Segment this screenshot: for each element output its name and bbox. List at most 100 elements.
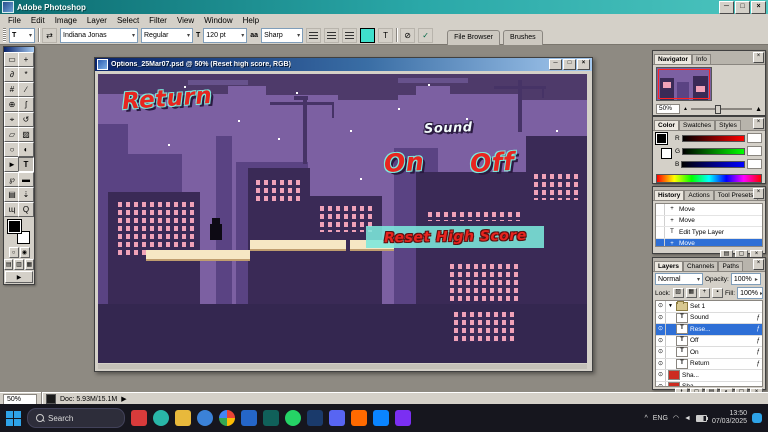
- opacity-field[interactable]: 100% ▸: [730, 273, 761, 285]
- green-value-field[interactable]: [747, 146, 762, 156]
- minimize-button[interactable]: ─: [719, 0, 734, 14]
- navigator-thumbnail[interactable]: [656, 67, 712, 101]
- history-source-checkbox[interactable]: [656, 238, 665, 246]
- standard-mode-button[interactable]: ○: [8, 247, 19, 258]
- status-preview-thumb[interactable]: [46, 394, 56, 404]
- font-size-select[interactable]: 120 pt ▾: [203, 27, 248, 43]
- text-layer-thumbnail[interactable]: T: [676, 347, 688, 358]
- panel-close-icon[interactable]: ×: [753, 52, 764, 63]
- blue-value-field[interactable]: [747, 159, 762, 169]
- tab-styles[interactable]: Styles: [715, 120, 741, 130]
- menu-help[interactable]: Help: [238, 16, 264, 25]
- speaker-icon[interactable]: ◄: [684, 415, 691, 422]
- options-bar-grip[interactable]: [3, 28, 6, 42]
- tool-type[interactable]: T: [18, 157, 34, 172]
- color-fg-bg-swatches[interactable]: [656, 133, 672, 159]
- tab-color[interactable]: Color: [654, 120, 679, 130]
- layer-row-set1[interactable]: ⊙ ▼ Set 1: [656, 301, 762, 313]
- tray-chevron-icon[interactable]: ^: [644, 415, 647, 422]
- expand-group-icon[interactable]: ▼: [668, 303, 674, 309]
- zoom-slider-knob[interactable]: [715, 105, 722, 114]
- screen-mode-standard-button[interactable]: ▤: [4, 259, 14, 270]
- history-step[interactable]: + Move: [656, 204, 762, 216]
- tab-tool-presets[interactable]: Tool Presets: [713, 190, 758, 200]
- language-indicator[interactable]: ENG: [653, 415, 668, 422]
- taskbar-clock[interactable]: 13:50 07/03/2025: [712, 410, 747, 427]
- tab-channels[interactable]: Channels: [682, 261, 719, 271]
- menu-window[interactable]: Window: [199, 16, 237, 25]
- screen-mode-full-menu-button[interactable]: ▥: [14, 259, 24, 270]
- visibility-eye-icon[interactable]: ⊙: [656, 347, 666, 358]
- doc-maximize-button[interactable]: □: [563, 59, 576, 70]
- menu-layer[interactable]: Layer: [82, 16, 112, 25]
- return-button[interactable]: Return: [121, 83, 213, 115]
- red-slider[interactable]: [681, 134, 745, 142]
- layer-effects-icon[interactable]: ƒ: [757, 349, 760, 355]
- layer-row-on[interactable]: ⊙ T On ƒ: [656, 347, 762, 359]
- layer-effects-icon[interactable]: ƒ: [757, 326, 760, 332]
- text-layer-thumbnail[interactable]: T: [676, 312, 688, 323]
- file-browser-tab[interactable]: File Browser: [447, 29, 500, 45]
- tool-move[interactable]: +: [18, 52, 34, 67]
- menu-image[interactable]: Image: [50, 16, 82, 25]
- sound-off-button[interactable]: Off: [469, 147, 515, 178]
- jump-to-imageready-button[interactable]: ▶: [5, 271, 33, 283]
- navigator-viewbox[interactable]: [658, 69, 710, 99]
- anti-alias-select[interactable]: Sharp ▾: [261, 27, 304, 43]
- start-button[interactable]: [6, 410, 21, 426]
- red-value-field[interactable]: [747, 133, 762, 143]
- wifi-icon[interactable]: ◠: [673, 414, 679, 422]
- tab-actions[interactable]: Actions: [684, 190, 714, 200]
- document-scrollbar[interactable]: [98, 364, 587, 369]
- photoshop-titlebar[interactable]: Adobe Photoshop ─ □ ×: [0, 0, 768, 14]
- taskbar-app-icon[interactable]: [219, 410, 235, 426]
- align-center-button[interactable]: [324, 27, 340, 43]
- menu-filter[interactable]: Filter: [144, 16, 172, 25]
- tool-history-brush[interactable]: ↺: [18, 112, 34, 127]
- foreground-color-swatch[interactable]: [8, 220, 21, 233]
- tab-history[interactable]: History: [654, 190, 685, 200]
- lock-transparency-icon[interactable]: ▨: [672, 288, 684, 298]
- background-color-swatch[interactable]: [661, 148, 672, 159]
- notification-icon[interactable]: [752, 413, 762, 423]
- foreground-background-colors[interactable]: [6, 219, 32, 245]
- text-layer-thumbnail[interactable]: T: [676, 324, 688, 335]
- history-source-checkbox[interactable]: [656, 215, 665, 226]
- visibility-eye-icon[interactable]: ⊙: [656, 370, 666, 381]
- taskbar-app-icon[interactable]: [351, 410, 367, 426]
- tab-layers[interactable]: Layers: [654, 261, 683, 271]
- history-source-checkbox[interactable]: [656, 204, 665, 215]
- visibility-eye-icon[interactable]: ⊙: [656, 335, 666, 346]
- tab-swatches[interactable]: Swatches: [678, 120, 716, 130]
- zoom-out-icon[interactable]: ▲: [683, 106, 688, 112]
- history-step[interactable]: + Move: [656, 215, 762, 227]
- document-canvas[interactable]: Return Sound On Off Reset High Score: [98, 74, 587, 363]
- doc-close-button[interactable]: ×: [577, 59, 590, 70]
- menu-edit[interactable]: Edit: [26, 16, 50, 25]
- document-titlebar[interactable]: Options_25Mar07.psd @ 50% (Reset high sc…: [95, 58, 592, 71]
- tab-navigator[interactable]: Navigator: [654, 54, 692, 64]
- history-step-current[interactable]: + Move: [656, 238, 762, 246]
- fill-layer-thumbnail[interactable]: [668, 370, 680, 381]
- visibility-eye-icon[interactable]: ⊙: [656, 312, 666, 323]
- menu-file[interactable]: File: [3, 16, 26, 25]
- visibility-eye-icon[interactable]: ⊙: [656, 301, 666, 312]
- navigator-zoom-slider[interactable]: [690, 105, 753, 114]
- history-source-checkbox[interactable]: [656, 227, 665, 238]
- layer-row-reset-selected[interactable]: ⊙ T Rese... ƒ: [656, 324, 762, 336]
- tool-zoom[interactable]: Q: [18, 202, 34, 217]
- close-button[interactable]: ×: [751, 0, 766, 14]
- maximize-button[interactable]: □: [735, 0, 750, 14]
- lock-position-icon[interactable]: +: [698, 288, 710, 298]
- doc-minimize-button[interactable]: ─: [549, 59, 562, 70]
- battery-icon[interactable]: [695, 414, 708, 422]
- taskbar-app-icon[interactable]: [285, 410, 301, 426]
- taskbar-app-icon[interactable]: [241, 410, 257, 426]
- taskbar-app-icon[interactable]: [307, 410, 323, 426]
- tool-brush[interactable]: ʃ: [18, 97, 34, 112]
- lock-all-icon[interactable]: ▪: [711, 288, 723, 298]
- lock-image-icon[interactable]: ▦: [685, 288, 697, 298]
- status-zoom-field[interactable]: 50%: [3, 393, 37, 405]
- quick-mask-mode-button[interactable]: ◉: [19, 247, 30, 258]
- tool-shape[interactable]: ▬: [18, 172, 34, 187]
